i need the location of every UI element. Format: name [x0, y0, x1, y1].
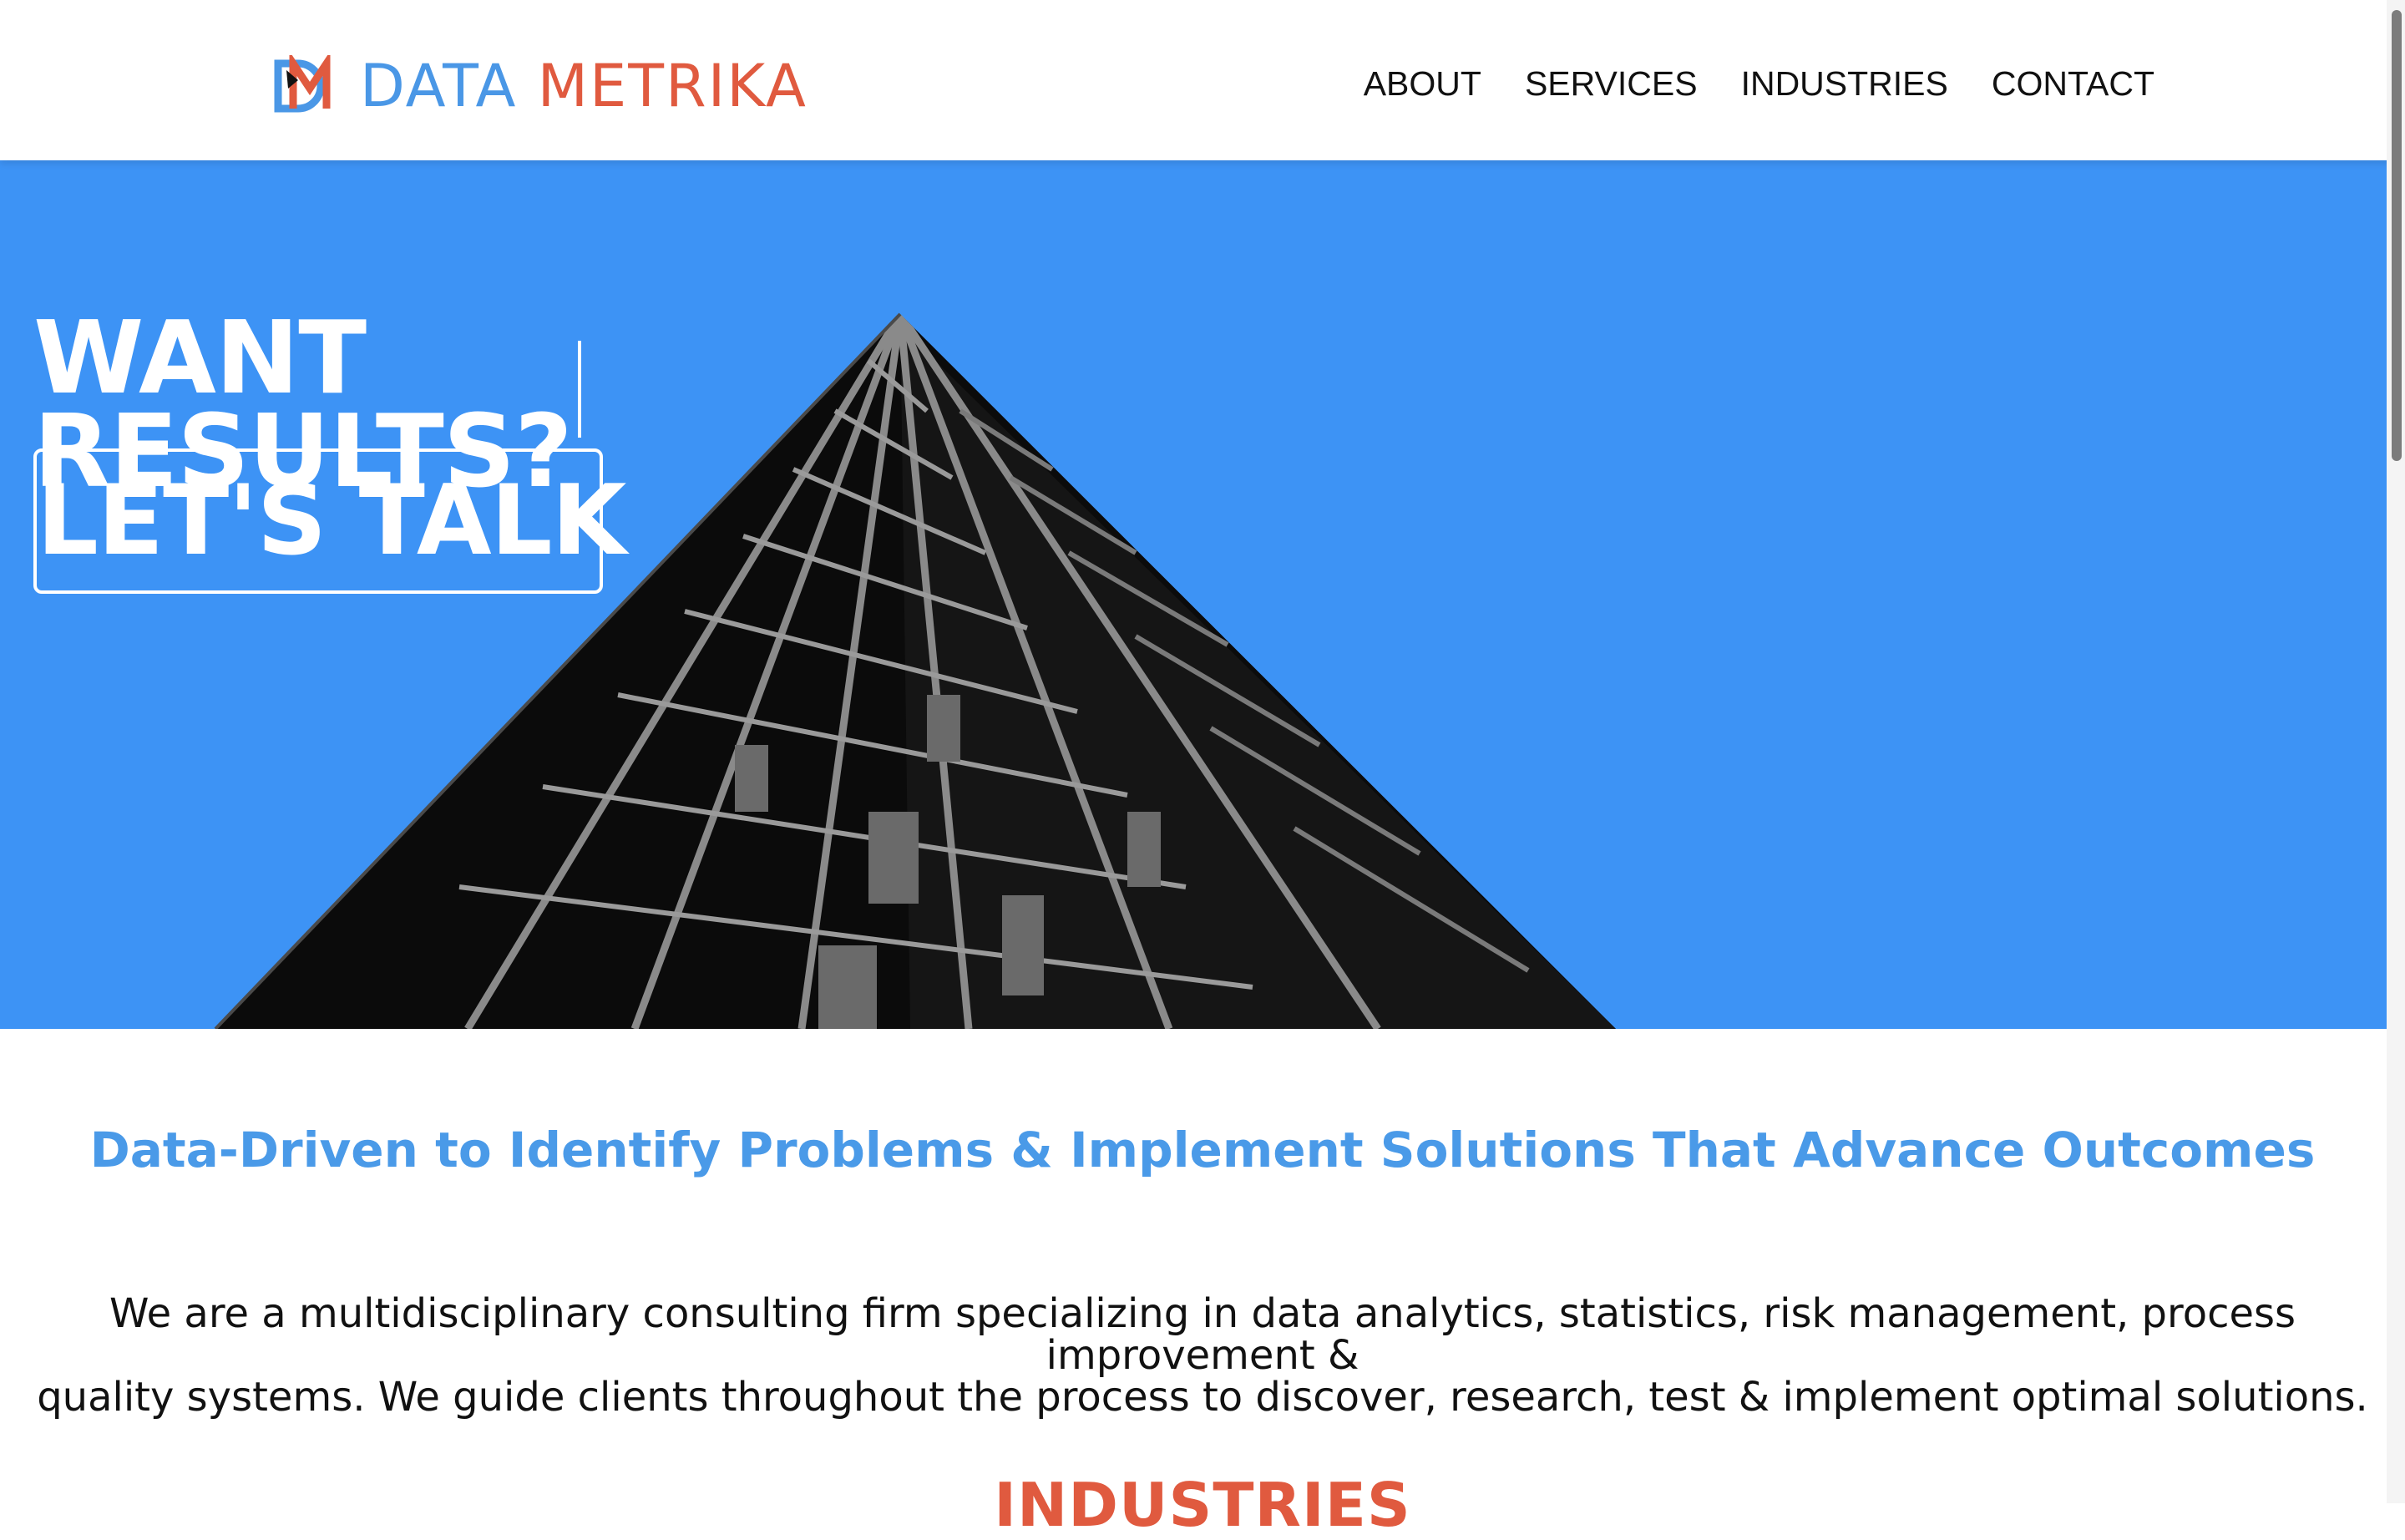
nav-industries[interactable]: INDUSTRIES [1741, 58, 1948, 109]
site-header: DATA METRIKA ABOUT SERVICES INDUSTRIES C… [0, 0, 2405, 160]
dm-monogram-icon [274, 55, 331, 113]
logo-word-data: DATA [360, 52, 518, 120]
intro-paragraph: We are a multidisciplinary consulting fi… [33, 1293, 2372, 1418]
hero-banner: WANT RESULTS? LET'S TALK [0, 160, 2405, 1029]
hero-headline-line-1: WANT [33, 301, 367, 418]
industries-heading: INDUSTRIES [994, 1469, 1411, 1540]
intro-line-2: quality systems. We guide clients throug… [37, 1374, 2368, 1421]
nav-services[interactable]: SERVICES [1525, 58, 1698, 109]
main-nav: ABOUT SERVICES INDUSTRIES CONTACT [1364, 58, 2154, 109]
page-scrollbar[interactable] [2387, 0, 2405, 1503]
text-cursor [578, 341, 581, 438]
tagline-heading: Data-Driven to Identify Problems & Imple… [89, 1122, 2316, 1179]
site-logo[interactable]: DATA METRIKA [273, 55, 808, 117]
logo-word-metrika: METRIKA [537, 52, 808, 120]
logo-wordmark: DATA METRIKA [360, 55, 808, 117]
nav-contact[interactable]: CONTACT [1992, 58, 2154, 109]
lets-talk-button[interactable]: LET'S TALK [33, 448, 626, 594]
nav-about[interactable]: ABOUT [1364, 58, 1481, 109]
skyscraper-image [214, 312, 1616, 1029]
scrollbar-thumb[interactable] [2392, 10, 2402, 461]
intro-line-1: We are a multidisciplinary consulting fi… [109, 1290, 2296, 1379]
